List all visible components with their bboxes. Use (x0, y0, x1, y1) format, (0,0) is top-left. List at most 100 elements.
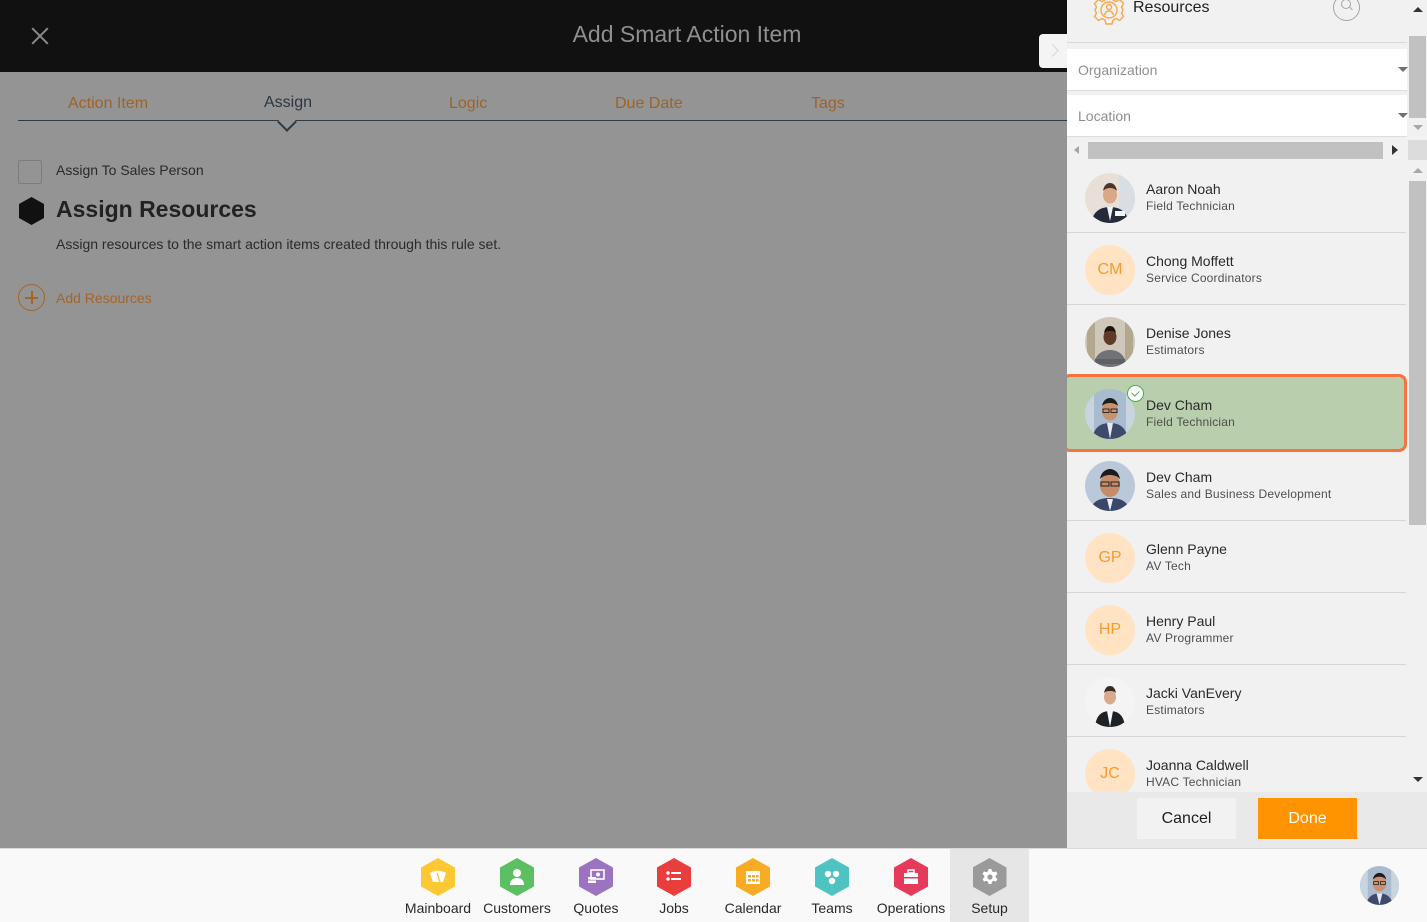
resource-name: Denise Jones (1146, 325, 1231, 341)
resource-name: Aaron Noah (1146, 181, 1221, 197)
mainboard-icon (421, 858, 455, 896)
resource-role: Field Technician (1146, 415, 1236, 429)
nav-label: Calendar (724, 900, 782, 916)
resource-item[interactable]: CM Chong Moffett Service Coordinators (1067, 233, 1406, 305)
add-circle-icon (18, 284, 45, 311)
location-dropdown[interactable]: Location (1067, 95, 1408, 137)
nav-label: Setup (971, 900, 1008, 916)
user-avatar[interactable] (1360, 866, 1399, 905)
customers-icon (500, 858, 534, 896)
nav-teams[interactable]: Teams (795, 849, 869, 922)
assign-to-sales-person-label: Assign To Sales Person (56, 162, 204, 178)
chevron-down-icon (1398, 67, 1408, 72)
nav-customers[interactable]: Customers (479, 849, 555, 922)
resource-role: HVAC Technician (1146, 775, 1242, 789)
avatar-initials: GP (1085, 533, 1135, 583)
resource-item[interactable]: Jacki VanEvery Estimators (1067, 665, 1406, 737)
search-icon[interactable] (1333, 0, 1360, 21)
section-title: Assign Resources (56, 196, 257, 222)
active-tab-indicator (277, 112, 297, 132)
horizontal-scrollbar-thumb[interactable] (1088, 142, 1383, 159)
nav-label: Quotes (573, 900, 619, 916)
resource-item[interactable]: Denise Jones Estimators (1067, 305, 1406, 377)
resource-item[interactable]: Dev Cham Sales and Business Development (1067, 449, 1406, 521)
chevron-down-icon (1398, 113, 1408, 118)
location-placeholder: Location (1078, 108, 1131, 124)
tab-tags[interactable]: Tags (811, 95, 845, 113)
resource-item[interactable]: HP Henry Paul AV Programmer (1067, 593, 1406, 665)
assign-to-sales-person-checkbox[interactable] (18, 160, 42, 184)
nav-calendar[interactable]: Calendar (716, 849, 790, 922)
resource-name: Joanna Caldwell (1146, 757, 1249, 773)
nav-label: Operations (876, 900, 946, 916)
organization-dropdown[interactable]: Organization (1067, 49, 1408, 91)
nav-jobs[interactable]: Jobs (637, 849, 711, 922)
scroll-left-arrow-icon[interactable] (1074, 146, 1079, 154)
scroll-down-arrow-icon[interactable] (1413, 125, 1423, 130)
scroll-up-arrow-icon[interactable] (1413, 168, 1423, 173)
scrollbar-thumb[interactable] (1409, 181, 1426, 525)
resources-gear-icon (1093, 0, 1125, 25)
nav-label: Mainboard (404, 900, 472, 916)
tab-assign[interactable]: Assign (264, 94, 312, 112)
cancel-button[interactable]: Cancel (1137, 798, 1236, 839)
resource-name: Henry Paul (1146, 613, 1216, 629)
add-resources-button[interactable]: Add Resources (18, 284, 152, 311)
hexagon-icon (19, 197, 44, 225)
resource-item-selected[interactable]: Dev Cham Field Technician (1067, 374, 1407, 452)
organization-placeholder: Organization (1078, 62, 1158, 78)
scroll-up-arrow-icon[interactable] (1413, 7, 1423, 12)
resource-role: Service Coordinators (1146, 271, 1263, 285)
nav-label: Jobs (659, 900, 689, 916)
collapse-panel-button[interactable] (1039, 34, 1069, 68)
filters-scrollbar[interactable] (1408, 0, 1427, 137)
resource-list-scrollbar[interactable] (1408, 163, 1427, 790)
resource-item[interactable]: JC Joanna Caldwell HVAC Technician (1067, 737, 1406, 792)
resource-name: Dev Cham (1146, 469, 1213, 485)
scrollbar-corner (1408, 140, 1427, 160)
done-button[interactable]: Done (1258, 798, 1357, 839)
avatar-photo (1085, 173, 1135, 223)
avatar-initials: CM (1085, 245, 1135, 295)
resource-name: Jacki VanEvery (1146, 685, 1242, 701)
scroll-down-arrow-icon[interactable] (1413, 777, 1423, 782)
nav-label: Customers (483, 900, 551, 916)
avatar-photo (1085, 461, 1135, 511)
scroll-right-arrow-icon[interactable] (1392, 145, 1398, 155)
jobs-icon (657, 858, 691, 896)
resource-name: Chong Moffett (1146, 253, 1234, 269)
setup-gear-icon (972, 858, 1007, 896)
calendar-icon (736, 858, 770, 896)
resource-role: Sales and Business Development (1146, 487, 1332, 501)
tab-action-item[interactable]: Action Item (68, 95, 148, 113)
resource-list: Aaron Noah Field Technician CM Chong Moffet… (1067, 161, 1407, 792)
resource-role: Estimators (1146, 343, 1205, 357)
resource-role: AV Programmer (1146, 631, 1234, 645)
quotes-icon (579, 858, 613, 896)
avatar-initials: HP (1085, 605, 1135, 655)
tab-logic[interactable]: Logic (449, 95, 487, 113)
nav-label: Teams (811, 900, 853, 916)
resource-role: Estimators (1146, 703, 1205, 717)
nav-setup[interactable]: Setup (950, 849, 1029, 922)
scrollbar-thumb[interactable] (1409, 36, 1426, 118)
resource-name: Glenn Payne (1146, 541, 1227, 557)
resource-item[interactable]: Aaron Noah Field Technician (1067, 161, 1406, 233)
horizontal-scrollbar[interactable] (1067, 139, 1407, 161)
avatar-initials: JC (1085, 749, 1135, 792)
resource-role: AV Tech (1146, 559, 1191, 573)
check-icon (1127, 385, 1144, 402)
bottom-navigation: Mainboard Customers Quotes Jobs Calendar Team… (0, 848, 1427, 922)
resource-item[interactable]: GP Glenn Payne AV Tech (1067, 521, 1406, 593)
nav-quotes[interactable]: Quotes (558, 849, 634, 922)
nav-operations[interactable]: Operations (874, 849, 948, 922)
avatar-photo (1085, 677, 1135, 727)
add-resources-label: Add Resources (56, 289, 152, 306)
nav-mainboard[interactable]: Mainboard (398, 849, 478, 922)
panel-header: Resources (1067, 0, 1407, 43)
panel-footer: Cancel Done (1067, 792, 1427, 848)
resources-panel: Resources Organization Location Aaron No… (1067, 0, 1427, 848)
tab-bar: Action Item Assign Logic Due Date Tags (18, 72, 1067, 132)
tab-due-date[interactable]: Due Date (615, 95, 683, 113)
section-description: Assign resources to the smart action ite… (56, 236, 502, 252)
